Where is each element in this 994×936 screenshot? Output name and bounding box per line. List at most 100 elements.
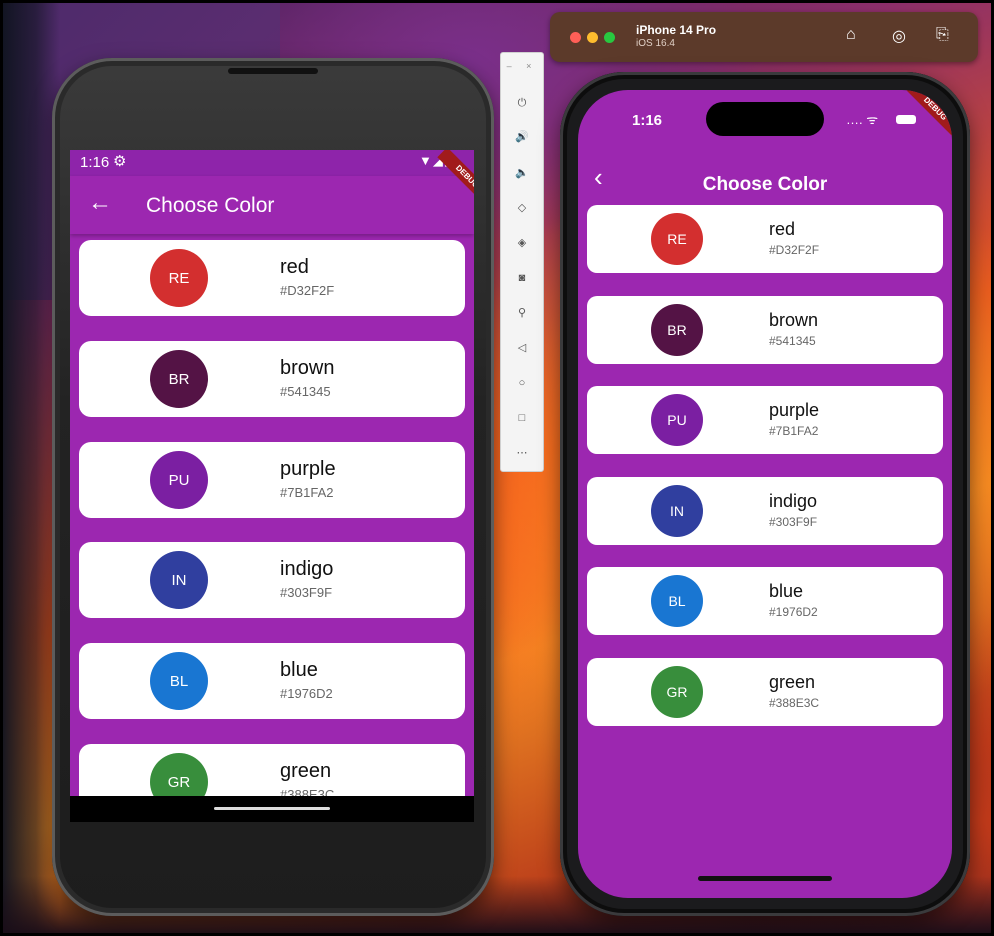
color-name: purple [769, 400, 820, 420]
volume-down-icon[interactable]: 🔈 [501, 161, 543, 185]
color-card[interactable]: BL blue #1976D2 [79, 643, 465, 719]
camera-icon[interactable]: ◙ [501, 266, 543, 290]
avatar-initials: IN [670, 503, 684, 519]
zoom-button[interactable] [604, 32, 615, 43]
color-avatar: GR [150, 753, 208, 796]
android-screen: 1:16 ⚙ ▼◢▮ ← Choose Color RE red #D32F2F… [70, 150, 474, 796]
simulator-os-version: iOS 16.4 [636, 38, 675, 49]
color-card[interactable]: PU purple #7B1FA2 [79, 442, 465, 518]
avatar-initials: RE [168, 269, 190, 287]
color-avatar: IN [150, 551, 208, 609]
page-title: Choose Color [146, 194, 275, 217]
avatar-initials: BR [667, 322, 687, 338]
avatar-initials: IN [171, 571, 187, 589]
android-emulator-device: 1:16 ⚙ ▼◢▮ ← Choose Color RE red #D32F2F… [52, 58, 494, 916]
color-card[interactable]: BL blue #1976D2 [587, 567, 943, 635]
rotate-right-icon[interactable]: ◈ [501, 231, 543, 255]
color-name: green [280, 760, 332, 782]
android-speaker [228, 68, 318, 74]
color-card[interactable]: GR green #388E3C [587, 658, 943, 726]
volume-up-icon[interactable]: 🔊 [501, 125, 543, 149]
color-name: purple [280, 458, 336, 480]
home-indicator[interactable] [698, 876, 832, 881]
toolbar-window-controls[interactable]: – × [501, 61, 543, 71]
iphone-device: 1:16 …. ᯤ DEBUG ‹ Choose Color RE red #D… [560, 72, 970, 916]
battery-icon [896, 115, 916, 124]
gesture-handle[interactable] [214, 807, 330, 810]
color-name: blue [280, 659, 318, 681]
color-avatar: PU [651, 394, 703, 446]
color-card[interactable]: BR brown #541345 [79, 341, 465, 417]
page-title: Choose Color [702, 174, 828, 195]
color-hex: #1976D2 [280, 686, 333, 701]
simulator-title-bar: iPhone 14 Pro iOS 16.4 ⌂ ◎ ⎘ [550, 12, 978, 62]
minimize-button[interactable] [587, 32, 598, 43]
desktop-wallpaper: 1:16 ⚙ ▼◢▮ ← Choose Color RE red #D32F2F… [0, 0, 994, 936]
color-avatar: BL [651, 575, 703, 627]
simulator-device-name: iPhone 14 Pro [636, 23, 717, 37]
color-avatar: BL [150, 652, 208, 710]
color-name: indigo [769, 491, 818, 511]
color-avatar: GR [651, 666, 703, 718]
color-name: red [280, 256, 309, 278]
color-card[interactable]: BR brown #541345 [587, 296, 943, 364]
avatar-initials: BL [169, 672, 189, 690]
zoom-icon[interactable]: ⚲ [501, 301, 543, 325]
settings-icon: ⚙ [113, 153, 127, 170]
arrow-left-icon[interactable]: ← [88, 189, 112, 217]
color-avatar: RE [150, 249, 208, 307]
home-icon[interactable]: ○ [501, 371, 543, 395]
wallpaper-shape [0, 0, 60, 936]
back-icon[interactable]: ◁ [501, 336, 543, 360]
close-button[interactable] [570, 32, 581, 43]
color-card[interactable]: RE red #D32F2F [587, 205, 943, 273]
color-hex: #541345 [769, 334, 816, 348]
color-card[interactable]: GR green #388E3C [79, 744, 465, 796]
color-hex: #388E3C [769, 696, 820, 710]
color-hex: #388E3C [280, 787, 335, 796]
screenshot-icon[interactable]: ◎ [892, 26, 906, 46]
color-card[interactable]: IN indigo #303F9F [587, 477, 943, 545]
avatar-initials: PU [168, 471, 190, 489]
color-hex: #D32F2F [769, 243, 820, 257]
color-hex: #541345 [280, 384, 331, 399]
overview-icon[interactable]: □ [501, 406, 543, 430]
iphone-screen: 1:16 …. ᯤ DEBUG ‹ Choose Color RE red #D… [578, 90, 952, 898]
color-name: brown [769, 310, 819, 330]
avatar-initials: GR [666, 684, 688, 700]
color-name: red [769, 219, 796, 239]
color-name: brown [280, 357, 335, 379]
color-card[interactable]: PU purple #7B1FA2 [587, 386, 943, 454]
color-name: indigo [280, 558, 334, 580]
color-name: blue [769, 581, 804, 601]
color-hex: #303F9F [769, 515, 818, 529]
color-hex: #D32F2F [280, 283, 335, 298]
color-hex: #303F9F [280, 585, 333, 600]
rotate-left-icon[interactable]: ◇ [501, 196, 543, 220]
android-status-bar: 1:16 ⚙ ▼◢▮ [70, 150, 474, 176]
color-hex: #7B1FA2 [769, 424, 819, 438]
avatar-initials: BL [668, 593, 686, 609]
rotate-icon[interactable]: ⎘ [936, 26, 949, 44]
color-card[interactable]: IN indigo #303F9F [79, 542, 465, 618]
avatar-initials: GR [167, 773, 191, 791]
android-nav-bar [70, 796, 474, 822]
app-bar: ← Choose Color [70, 176, 474, 234]
avatar-initials: RE [667, 231, 687, 247]
color-name: green [769, 672, 816, 692]
avatar-initials: BR [168, 370, 190, 388]
color-hex: #1976D2 [769, 605, 818, 619]
power-icon[interactable]: ⏻ [501, 91, 543, 115]
avatar-initials: PU [667, 412, 687, 428]
color-avatar: BR [651, 304, 703, 356]
wifi-icon: …. ᯤ [846, 112, 879, 127]
color-card[interactable]: RE red #D32F2F [79, 240, 465, 316]
dynamic-island [706, 102, 824, 136]
status-time: 1:16 [80, 154, 110, 171]
home-icon[interactable]: ⌂ [846, 26, 856, 44]
color-avatar: RE [651, 213, 703, 265]
color-hex: #7B1FA2 [280, 485, 334, 500]
more-icon[interactable]: ⋯ [501, 441, 543, 465]
color-avatar: BR [150, 350, 208, 408]
emulator-toolbar: – × ⏻ 🔊 🔈 ◇ ◈ ◙ ⚲ ◁ ○ □ ⋯ [500, 52, 544, 472]
